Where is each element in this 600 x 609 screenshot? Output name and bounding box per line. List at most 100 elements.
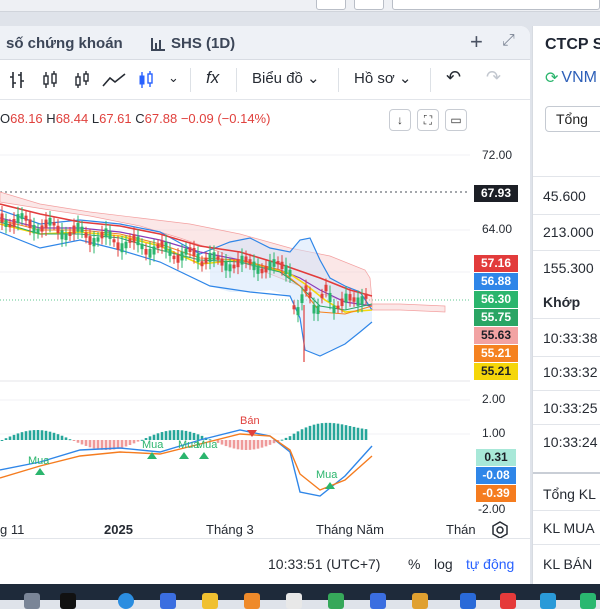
more-options-icon[interactable]: ▭ xyxy=(445,109,467,131)
macd-histogram-bar xyxy=(84,440,88,446)
stock-symbol: VNM xyxy=(561,69,597,86)
auto-scale-toggle[interactable]: tự động xyxy=(466,556,514,572)
bar-style-icon[interactable] xyxy=(10,71,26,89)
window-top-strip xyxy=(0,0,600,12)
taskbar-app-icon[interactable] xyxy=(580,593,596,609)
candle-body xyxy=(200,261,204,267)
chart-toolbar: ⌄ fx Biểu đồ ⌄ Hồ sơ ⌄ ↶ ↷ xyxy=(0,60,530,100)
candle-style-icon[interactable] xyxy=(42,71,58,89)
panel-divider xyxy=(533,544,600,545)
candle-body xyxy=(52,222,56,226)
expand-icon[interactable]: ⤢ xyxy=(502,32,515,50)
window-control-button[interactable] xyxy=(354,0,384,10)
macd-histogram-bar xyxy=(332,423,336,440)
candle-body xyxy=(164,242,168,251)
macd-histogram-bar xyxy=(344,425,348,440)
undo-icon[interactable]: ↶ xyxy=(446,67,461,88)
taskbar-app-icon[interactable] xyxy=(460,593,476,609)
time-axis-label: g 11 xyxy=(0,522,25,537)
candle-body xyxy=(96,237,100,242)
price-tag-red: 57.16 xyxy=(474,255,518,272)
symbol-selector[interactable]: SHS (1D) xyxy=(150,35,235,52)
taskbar-app-icon[interactable] xyxy=(412,593,428,609)
candle-body xyxy=(292,305,296,310)
candle-body xyxy=(64,233,68,240)
chart-area[interactable]: Mua Mua Mua Mua Mua Bán O68.16 H68.44 L67.61 … xyxy=(0,100,530,540)
address-bar[interactable] xyxy=(392,0,600,10)
taskbar-app-icon[interactable] xyxy=(286,593,302,609)
candle-body xyxy=(72,225,76,234)
macd-histogram-bar xyxy=(296,431,300,440)
taskbar-app-icon[interactable] xyxy=(370,593,386,609)
candle-body xyxy=(152,246,156,255)
candle-body xyxy=(264,266,268,273)
candle-body xyxy=(16,214,20,223)
open-label: O xyxy=(0,111,11,126)
candle-body xyxy=(136,236,140,246)
macd-histogram-bar xyxy=(24,431,28,440)
candle-body xyxy=(324,284,328,292)
candle-body xyxy=(220,258,224,266)
macd-histogram-bar xyxy=(64,437,68,440)
chart-footer: 10:33:51 (UTC+7) % log tự động xyxy=(0,538,530,584)
taskbar-app-icon[interactable] xyxy=(118,593,134,609)
percent-toggle[interactable]: % xyxy=(408,556,420,572)
buy-signal-label: Mua xyxy=(28,455,50,467)
indicators-icon[interactable]: fx xyxy=(206,68,219,88)
macd-histogram-bar xyxy=(232,440,236,449)
settings-gear-icon[interactable] xyxy=(490,520,510,540)
arrow-down-icon[interactable]: ↓ xyxy=(389,109,411,131)
candle-body xyxy=(100,231,104,239)
log-toggle[interactable]: log xyxy=(434,556,453,572)
symbol-refresh[interactable]: ⟳ VNM xyxy=(545,68,597,88)
chevron-down-icon[interactable]: ⌄ xyxy=(168,70,179,86)
taskbar-app-icon[interactable] xyxy=(244,593,260,609)
macd-histogram-bar xyxy=(80,440,84,445)
candle-body xyxy=(352,297,356,302)
candle-active-icon[interactable] xyxy=(138,71,154,89)
window-control-button[interactable] xyxy=(316,0,346,10)
chart-type-button[interactable]: Biểu đồ ⌄ xyxy=(252,69,320,87)
macd-histogram-bar xyxy=(68,439,72,441)
candle-body xyxy=(356,297,360,306)
macd-histogram-bar xyxy=(348,426,352,440)
macd-histogram-bar xyxy=(32,430,36,440)
taskbar-app-icon[interactable] xyxy=(60,593,76,609)
price-chart-canvas[interactable]: MuaMua MuaMuaMuaBán xyxy=(0,100,530,538)
candle-body xyxy=(244,256,248,263)
time-axis-label: Thán xyxy=(446,522,476,537)
taskbar-app-icon[interactable] xyxy=(202,593,218,609)
buy-signal-marker xyxy=(199,452,209,459)
hollow-candle-icon[interactable] xyxy=(74,71,90,89)
taskbar-app-icon[interactable] xyxy=(328,593,344,609)
taskbar-app-icon[interactable] xyxy=(540,593,556,609)
profile-label: Hồ sơ xyxy=(354,70,395,87)
add-chart-button[interactable]: + xyxy=(470,29,483,55)
macd-histogram-bar xyxy=(128,440,132,445)
chevron-down-icon: ⌄ xyxy=(398,70,412,87)
fit-screen-icon[interactable]: ⛶ xyxy=(417,109,439,131)
candle-body xyxy=(108,231,112,239)
chart-header: số chứng khoán SHS (1D) + ⤢ xyxy=(0,26,530,60)
macd-histogram-bar xyxy=(164,431,168,440)
line-style-icon[interactable] xyxy=(102,72,126,88)
macd-histogram-bar xyxy=(292,433,296,440)
candle-body xyxy=(316,305,320,315)
redo-icon[interactable]: ↷ xyxy=(486,67,501,88)
taskbar-app-icon[interactable] xyxy=(500,593,516,609)
taskbar-app-icon[interactable] xyxy=(24,593,40,609)
total-volume-label: Tổng KL xyxy=(543,486,596,502)
candle-body xyxy=(144,248,148,255)
summary-tab-button[interactable]: Tổng xyxy=(545,106,600,132)
buy-signal-label: Mua xyxy=(316,469,338,481)
candle-body xyxy=(192,247,196,257)
profile-button[interactable]: Hồ sơ ⌄ xyxy=(354,69,411,87)
candle-body xyxy=(68,231,72,236)
macd-axis-tick: 1.00 xyxy=(482,426,506,440)
buy-signal-label: Mua xyxy=(196,439,218,451)
taskbar-app-icon[interactable] xyxy=(160,593,176,609)
macd-histogram-bar xyxy=(220,440,224,445)
volume-value: 213.000 xyxy=(543,224,594,240)
candle-body xyxy=(336,305,340,309)
candle-body xyxy=(124,241,128,249)
